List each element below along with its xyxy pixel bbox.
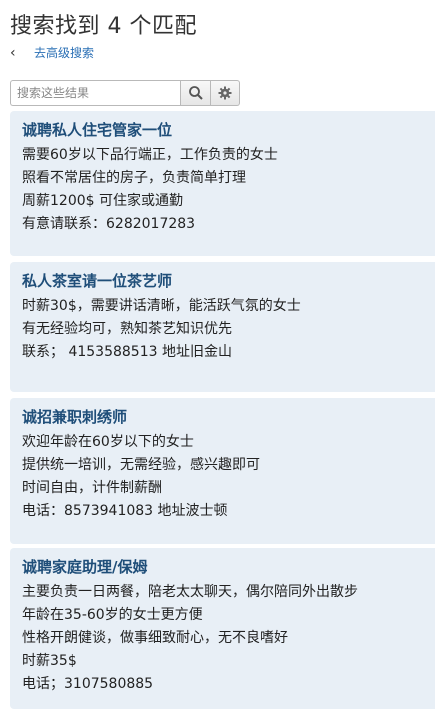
result-title[interactable]: 诚招兼职刺绣师 bbox=[22, 406, 423, 428]
search-input[interactable] bbox=[10, 80, 180, 106]
result-line: 有无经验均可，熟知茶艺知识优先 bbox=[22, 321, 232, 337]
result-line: 时间自由，计件制薪酬 bbox=[22, 480, 162, 496]
result-card[interactable]: 诚聘家庭助理/保姆 主要负责一日两餐，陪老太太聊天，偶尔陪同外出散步 年龄在35… bbox=[10, 548, 435, 709]
result-line: 提供统一培训，无需经验，感兴趣即可 bbox=[22, 457, 260, 473]
result-card[interactable]: 诚招兼职刺绣师 欢迎年龄在60岁以下的女士 提供统一培训，无需经验，感兴趣即可 … bbox=[10, 398, 435, 544]
results-header: 搜索找到 4 个匹配 ‹ 去高级搜索 bbox=[10, 12, 197, 61]
result-line: 照看不常居住的房子，负责简单打理 bbox=[22, 170, 246, 186]
result-line: 时薪35$ bbox=[22, 653, 77, 669]
result-line: 性格开朗健谈，做事细致耐心，无不良嗜好 bbox=[22, 630, 288, 646]
search-icon bbox=[188, 86, 203, 100]
result-title[interactable]: 诚聘家庭助理/保姆 bbox=[22, 556, 423, 578]
search-bar bbox=[10, 80, 240, 106]
result-line: 年龄在35-60岁的女士更方便 bbox=[22, 607, 203, 623]
result-line: 主要负责一日两餐，陪老太太聊天，偶尔陪同外出散步 bbox=[22, 584, 358, 600]
chevron-left-icon[interactable]: ‹ bbox=[10, 45, 26, 61]
result-line: 时薪30$，需要讲话清晰，能活跃气氛的女士 bbox=[22, 298, 301, 314]
settings-button[interactable] bbox=[211, 80, 240, 106]
result-title[interactable]: 私人茶室请一位茶艺师 bbox=[22, 270, 423, 292]
page-title: 搜索找到 4 个匹配 bbox=[10, 14, 197, 39]
result-card[interactable]: 诚聘私人住宅管家一位 需要60岁以下品行端正，工作负责的女士 照看不常居住的房子… bbox=[10, 111, 435, 256]
result-line: 欢迎年龄在60岁以下的女士 bbox=[22, 434, 194, 450]
result-line: 有意请联系：6282017283 bbox=[22, 216, 196, 232]
result-card[interactable]: 私人茶室请一位茶艺师 时薪30$，需要讲话清晰，能活跃气氛的女士 有无经验均可，… bbox=[10, 262, 435, 392]
result-line: 电话：8573941083 地址波士顿 bbox=[22, 503, 228, 519]
result-line: 周薪1200$ 可住家或通勤 bbox=[22, 193, 183, 209]
result-line: 联系； 4153588513 地址旧金山 bbox=[22, 344, 232, 360]
advanced-search-link[interactable]: 去高级搜索 bbox=[34, 44, 94, 61]
gear-icon bbox=[218, 86, 232, 100]
advanced-search-link-row[interactable]: ‹ 去高级搜索 bbox=[10, 44, 197, 61]
search-button[interactable] bbox=[180, 80, 211, 106]
result-title[interactable]: 诚聘私人住宅管家一位 bbox=[22, 119, 423, 141]
result-line: 需要60岁以下品行端正，工作负责的女士 bbox=[22, 147, 278, 163]
result-line: 电话；3107580885 bbox=[22, 676, 154, 692]
